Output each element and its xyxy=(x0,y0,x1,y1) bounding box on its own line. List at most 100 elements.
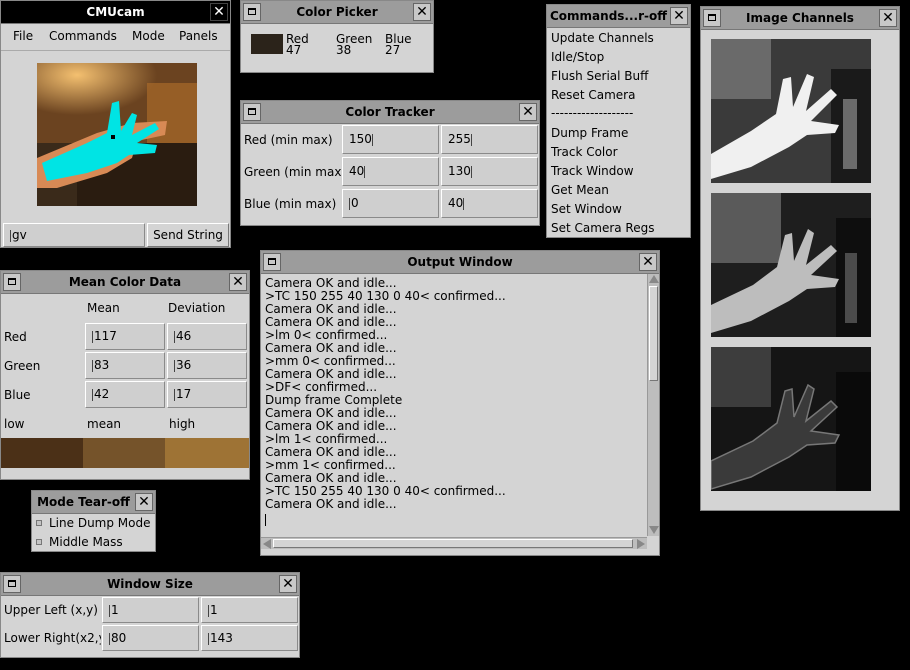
cmucam-window: CMUcam ✕ File Commands Mode Panels gv Se… xyxy=(0,0,231,248)
close-icon[interactable]: ✕ xyxy=(670,7,688,25)
image-channels-titlebar[interactable]: Image Channels ✕ xyxy=(701,7,899,30)
window-title: Output Window xyxy=(407,255,513,269)
window-title: Image Channels xyxy=(746,11,854,25)
line-dump-checkbox[interactable] xyxy=(36,520,42,526)
close-icon[interactable]: ✕ xyxy=(413,3,431,21)
blue-max-field[interactable]: 40 xyxy=(441,189,538,218)
scroll-right-arrow-icon[interactable] xyxy=(637,539,645,549)
color-tracker-titlebar[interactable]: Color Tracker ✕ xyxy=(241,101,539,124)
mean-red-field[interactable]: 117 xyxy=(85,323,165,350)
dev-red-field[interactable]: 46 xyxy=(167,323,247,350)
menu-item-get-mean[interactable]: Get Mean xyxy=(551,183,609,197)
menu-mode[interactable]: Mode xyxy=(132,29,165,43)
scroll-thumb[interactable] xyxy=(649,286,658,381)
mean-blue-field[interactable]: 42 xyxy=(85,381,165,408)
close-icon[interactable]: ✕ xyxy=(879,9,897,27)
lower-right-label: Lower Right(x2,y xyxy=(4,631,101,645)
blue-min-field[interactable]: 0 xyxy=(342,189,439,218)
green-min-field[interactable]: 40 xyxy=(342,157,439,186)
mean-color-titlebar[interactable]: Mean Color Data ✕ xyxy=(1,271,249,294)
window-size-titlebar[interactable]: Window Size ✕ xyxy=(1,573,299,596)
upper-left-label: Upper Left (x,y) xyxy=(4,603,98,617)
close-icon[interactable]: ✕ xyxy=(229,273,247,291)
dev-green-field[interactable]: 36 xyxy=(167,352,247,379)
minimize-icon[interactable] xyxy=(263,253,281,271)
mean-red-label: Red xyxy=(4,330,27,344)
red-min-field[interactable]: 150 xyxy=(342,125,439,154)
menu-item-set-camera-regs[interactable]: Set Camera Regs xyxy=(551,221,654,235)
picked-color-swatch xyxy=(251,34,283,54)
output-line: Camera OK and idle... xyxy=(265,471,397,485)
output-titlebar[interactable]: Output Window ✕ xyxy=(261,251,659,274)
window-title: Color Picker xyxy=(296,5,378,19)
minimize-icon[interactable] xyxy=(3,575,21,593)
red-channel-image xyxy=(711,39,871,183)
mean-color-window: Mean Color Data ✕ Mean Deviation Red 117… xyxy=(0,270,250,480)
menu-commands[interactable]: Commands xyxy=(49,29,117,43)
lower-right-y-field[interactable]: 143 xyxy=(201,625,298,651)
line-dump-mode-option[interactable]: Line Dump Mode xyxy=(49,516,150,530)
menu-item-flush-serial[interactable]: Flush Serial Buff xyxy=(551,69,648,83)
upper-left-x-field[interactable]: 1 xyxy=(102,597,199,623)
menu-item-dump-frame[interactable]: Dump Frame xyxy=(551,126,628,140)
close-icon[interactable]: ✕ xyxy=(639,253,657,271)
output-line: Camera OK and idle... xyxy=(265,276,397,290)
output-line: Camera OK and idle... xyxy=(265,367,397,381)
red-max-field[interactable]: 255 xyxy=(441,125,538,154)
green-value: 38 xyxy=(336,43,352,57)
tracker-green-label: Green (min max xyxy=(244,165,342,179)
menu-item-idle-stop[interactable]: Idle/Stop xyxy=(551,50,604,64)
close-icon[interactable]: ✕ xyxy=(519,103,537,121)
output-line: Camera OK and idle... xyxy=(265,406,397,420)
output-text-area[interactable]: Camera OK and idle... >TC 150 255 40 130… xyxy=(261,274,646,536)
text-cursor xyxy=(265,514,266,526)
mean-label: mean xyxy=(87,417,122,431)
middle-mass-checkbox[interactable] xyxy=(36,539,42,545)
menu-item-track-color[interactable]: Track Color xyxy=(551,145,618,159)
horizontal-scrollbar[interactable] xyxy=(261,537,647,549)
menu-panels[interactable]: Panels xyxy=(179,29,218,43)
green-channel-image xyxy=(711,193,871,337)
menu-item-update-channels[interactable]: Update Channels xyxy=(551,31,654,45)
mean-green-label: Green xyxy=(4,359,41,373)
vertical-scrollbar[interactable] xyxy=(647,274,659,536)
menu-item-set-window[interactable]: Set Window xyxy=(551,202,622,216)
menu-item-reset-camera[interactable]: Reset Camera xyxy=(551,88,635,102)
menu-item-track-window[interactable]: Track Window xyxy=(551,164,634,178)
color-tracker-window: Color Tracker ✕ Red (min max) 150 255 Gr… xyxy=(240,100,540,226)
menu-separator: ------------------- xyxy=(551,106,634,120)
cmucam-titlebar[interactable]: CMUcam ✕ xyxy=(1,1,230,24)
mean-green-field[interactable]: 83 xyxy=(85,352,165,379)
output-line: Dump frame Complete xyxy=(265,393,403,407)
upper-left-y-field[interactable]: 1 xyxy=(201,597,298,623)
output-line: Camera OK and idle... xyxy=(265,445,397,459)
close-icon[interactable]: ✕ xyxy=(210,3,228,21)
lower-right-x-field[interactable]: 80 xyxy=(102,625,199,651)
minimize-icon[interactable] xyxy=(243,103,261,121)
minimize-icon[interactable] xyxy=(243,3,261,21)
close-icon[interactable]: ✕ xyxy=(135,493,153,511)
minimize-icon[interactable] xyxy=(703,9,721,27)
scroll-down-arrow-icon[interactable] xyxy=(649,526,659,534)
green-max-field[interactable]: 130 xyxy=(441,157,538,186)
commands-titlebar[interactable]: Commands...r-off ✕ xyxy=(547,5,690,28)
dev-blue-field[interactable]: 17 xyxy=(167,381,247,408)
output-line: Camera OK and idle... xyxy=(265,302,397,316)
scroll-thumb-horizontal[interactable] xyxy=(273,539,633,548)
command-input[interactable]: gv xyxy=(3,223,145,247)
output-line: >DF< confirmed... xyxy=(265,380,378,394)
scroll-up-arrow-icon[interactable] xyxy=(649,275,659,283)
middle-mass-option[interactable]: Middle Mass xyxy=(49,535,123,549)
send-string-button[interactable]: Send String xyxy=(147,223,229,247)
output-line: >lm 1< confirmed... xyxy=(265,432,388,446)
deviation-column-header: Deviation xyxy=(168,301,226,315)
close-icon[interactable]: ✕ xyxy=(279,575,297,593)
scroll-left-arrow-icon[interactable] xyxy=(263,539,271,549)
menu-file[interactable]: File xyxy=(13,29,33,43)
high-label: high xyxy=(169,417,196,431)
minimize-icon[interactable] xyxy=(3,273,21,291)
output-line: >lm 0< confirmed... xyxy=(265,328,388,342)
mode-titlebar[interactable]: Mode Tear-off ✕ xyxy=(32,491,155,514)
color-picker-titlebar[interactable]: Color Picker ✕ xyxy=(241,1,433,24)
output-line: >TC 150 255 40 130 0 40< confirmed... xyxy=(265,289,506,303)
